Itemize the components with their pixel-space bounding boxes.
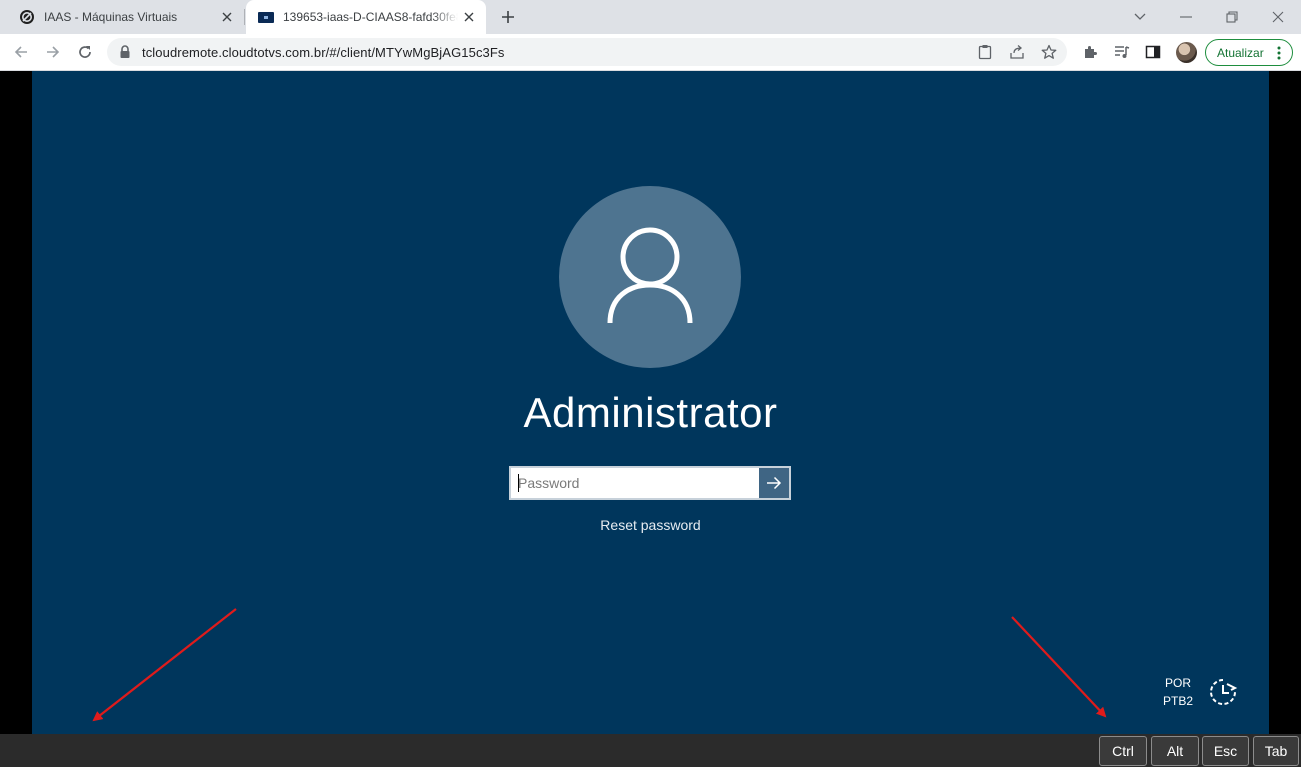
update-button[interactable]: Atualizar	[1205, 39, 1293, 66]
text-cursor	[518, 474, 519, 492]
language-code: POR	[1164, 676, 1191, 690]
close-icon[interactable]	[462, 10, 476, 24]
keyboard-layout: PTB2	[1162, 694, 1193, 708]
alt-key-button[interactable]: Alt	[1151, 736, 1199, 766]
reset-password-link[interactable]: Reset password	[32, 517, 1269, 533]
clipboard-icon[interactable]	[976, 43, 994, 61]
tab-key-button[interactable]: Tab	[1253, 736, 1299, 766]
url-text: tcloudremote.cloudtotvs.com.br/#/client/…	[142, 45, 505, 60]
password-box	[509, 466, 791, 500]
ctrl-key-button[interactable]: Ctrl	[1099, 736, 1147, 766]
address-bar[interactable]: tcloudremote.cloudtotvs.com.br/#/client/…	[107, 38, 1067, 66]
new-tab-icon[interactable]	[498, 7, 518, 27]
close-icon[interactable]	[220, 10, 234, 24]
remote-desktop-view[interactable]: Administrator Reset password POR PTB2	[32, 71, 1269, 734]
back-icon[interactable]	[9, 40, 33, 64]
update-label: Atualizar	[1217, 45, 1264, 60]
totvs-logo-icon	[19, 9, 35, 25]
tab-divider	[244, 9, 245, 25]
profile-avatar[interactable]	[1176, 42, 1197, 63]
special-keys-bar: Ctrl Alt Esc Tab	[0, 734, 1301, 767]
restore-icon[interactable]	[1209, 0, 1255, 34]
media-control-icon[interactable]	[1112, 42, 1132, 62]
bookmark-star-icon[interactable]	[1040, 43, 1058, 61]
reload-icon[interactable]	[73, 40, 97, 64]
username-label: Administrator	[523, 389, 778, 436]
minimize-icon[interactable]	[1163, 0, 1209, 34]
submit-button[interactable]	[759, 468, 789, 498]
password-input[interactable]	[511, 468, 759, 498]
input-language-indicator[interactable]: POR PTB2	[1159, 674, 1197, 710]
close-window-icon[interactable]	[1255, 0, 1301, 34]
user-avatar	[559, 186, 741, 368]
browser-toolbar: tcloudremote.cloudtotvs.com.br/#/client/…	[0, 34, 1301, 71]
share-icon[interactable]	[1008, 43, 1026, 61]
arrow-right-icon	[767, 476, 782, 490]
lock-icon[interactable]	[119, 45, 131, 64]
tab-strip: IAAS - Máquinas Virtuais 139653-iaas-D-C…	[0, 0, 1301, 34]
tab-remote-session[interactable]: 139653-iaas-D-CIAAS8-fafd30fe8	[246, 0, 486, 34]
extensions-icon[interactable]	[1080, 42, 1100, 62]
tab-title: 139653-iaas-D-CIAAS8-fafd30fe8	[283, 10, 458, 24]
remote-session-icon	[258, 11, 274, 23]
tab-title: IAAS - Máquinas Virtuais	[44, 10, 178, 24]
forward-icon[interactable]	[41, 40, 65, 64]
more-options-icon[interactable]	[1277, 46, 1281, 65]
ease-of-access-icon[interactable]	[1207, 676, 1239, 708]
tab-iaas[interactable]: IAAS - Máquinas Virtuais	[8, 0, 244, 34]
esc-key-button[interactable]: Esc	[1202, 736, 1249, 766]
user-silhouette-icon	[607, 227, 693, 324]
side-panel-icon[interactable]	[1143, 42, 1163, 62]
tab-search-chevron-icon[interactable]	[1117, 0, 1163, 34]
